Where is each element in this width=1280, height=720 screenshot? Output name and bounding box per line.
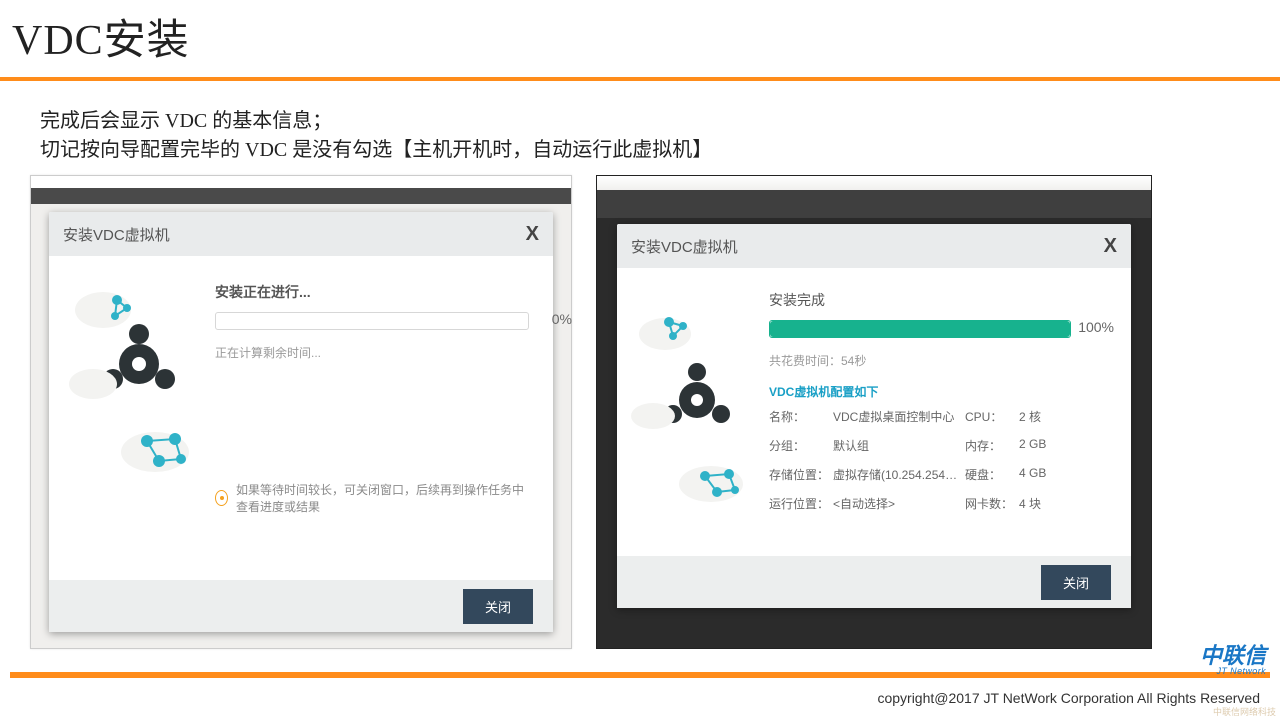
- watermark-text: 中联信网络科技: [1213, 705, 1276, 718]
- brand-en: JT Network: [1200, 667, 1266, 676]
- dialog-body: 安装正在进行... 0% 正在计算剩余时间... 如果等待时间较长，可关闭窗口，…: [49, 256, 553, 515]
- screenshot-left: 安装VDC虚拟机 X: [30, 175, 572, 649]
- window-tabbar: [31, 188, 571, 204]
- cfg-value: 2 GB: [1019, 437, 1071, 454]
- divider-bottom: [10, 672, 1270, 678]
- dialog-header: 安装VDC虚拟机 X: [49, 212, 553, 256]
- cfg-label: 硬盘：: [965, 466, 1019, 483]
- screenshot-right: 安装VDC虚拟机 X: [596, 175, 1152, 649]
- cfg-label: 分组：: [769, 437, 833, 454]
- cfg-value: 虚拟存储(10.254.254.3;...: [833, 466, 965, 483]
- cfg-label: 内存：: [965, 437, 1019, 454]
- close-button[interactable]: 关闭: [1041, 565, 1111, 600]
- dialog-body: 安装完成 100% 共花费时间：54秒 VDC虚拟机配置如下 名称： VDC虚拟…: [617, 268, 1131, 542]
- decorative-icon-column: [619, 282, 769, 542]
- dialog-title: 安装VDC虚拟机: [631, 236, 738, 257]
- close-icon[interactable]: X: [1104, 236, 1117, 256]
- cfg-value: 4 块: [1019, 495, 1071, 512]
- cfg-value: 默认组: [833, 437, 965, 454]
- config-header: VDC虚拟机配置如下: [769, 383, 1071, 400]
- window-titlebar: [31, 176, 571, 188]
- dialog-footer: 关闭: [49, 580, 553, 632]
- progress-percent: 100%: [1078, 319, 1114, 335]
- window-titlebar: [597, 176, 1151, 190]
- decorative-icon-column: [55, 274, 215, 504]
- cfg-label: 运行位置：: [769, 495, 833, 512]
- dialog-title: 安装VDC虚拟机: [63, 224, 170, 245]
- status-text: 安装完成: [769, 290, 1071, 310]
- progress-bar: 0%: [215, 312, 529, 330]
- dialog-content: 安装完成 100% 共花费时间：54秒 VDC虚拟机配置如下 名称： VDC虚拟…: [769, 282, 1071, 542]
- copyright-text: copyright@2017 JT NetWork Corporation Al…: [877, 690, 1260, 706]
- dialog-content: 安装正在进行... 0% 正在计算剩余时间... 如果等待时间较长，可关闭窗口，…: [215, 274, 529, 515]
- brand-logo: 中联信 JT Network: [1200, 645, 1266, 676]
- progress-percent: 0%: [552, 311, 572, 327]
- dialog-header: 安装VDC虚拟机 X: [617, 224, 1131, 268]
- hint-text: 如果等待时间较长，可关闭窗口，后续再到操作任务中查看进度或结果: [236, 481, 529, 515]
- close-button[interactable]: 关闭: [463, 589, 533, 624]
- cfg-label: CPU：: [965, 408, 1019, 425]
- hint-row: 如果等待时间较长，可关闭窗口，后续再到操作任务中查看进度或结果: [215, 481, 529, 515]
- cfg-label: 存储位置：: [769, 466, 833, 483]
- description-block: 完成后会显示 VDC 的基本信息； 切记按向导配置完毕的 VDC 是没有勾选【主…: [0, 81, 1280, 175]
- cfg-value: 4 GB: [1019, 466, 1071, 483]
- cfg-value: VDC虚拟桌面控制中心: [833, 408, 965, 425]
- hex-cloud-icon: [55, 274, 215, 504]
- close-icon[interactable]: X: [526, 224, 539, 244]
- cfg-label: 名称：: [769, 408, 833, 425]
- description-line-2: 切记按向导配置完毕的 VDC 是没有勾选【主机开机时，自动运行此虚拟机】: [40, 136, 1280, 165]
- page-title: VDC安装: [0, 0, 1280, 77]
- progress-bar: 100%: [769, 320, 1071, 338]
- cfg-label: 网卡数：: [965, 495, 1019, 512]
- cfg-value: 2 核: [1019, 408, 1071, 425]
- window-tabbar: [597, 190, 1151, 218]
- cfg-value: <自动选择>: [833, 495, 965, 512]
- elapsed-time: 共花费时间：54秒: [769, 352, 1071, 369]
- config-grid: 名称： VDC虚拟桌面控制中心 CPU： 2 核 分组： 默认组 内存： 2 G…: [769, 408, 1071, 512]
- progress-subtext: 正在计算剩余时间...: [215, 344, 529, 361]
- description-line-1: 完成后会显示 VDC 的基本信息；: [40, 107, 1280, 136]
- brand-cn: 中联信: [1200, 645, 1266, 667]
- install-dialog-progress: 安装VDC虚拟机 X: [49, 212, 553, 632]
- bulb-icon: [215, 490, 228, 506]
- dialog-footer: 关闭: [617, 556, 1131, 608]
- status-text: 安装正在进行...: [215, 282, 529, 302]
- install-dialog-complete: 安装VDC虚拟机 X: [617, 224, 1131, 608]
- hex-cloud-icon: [619, 282, 769, 542]
